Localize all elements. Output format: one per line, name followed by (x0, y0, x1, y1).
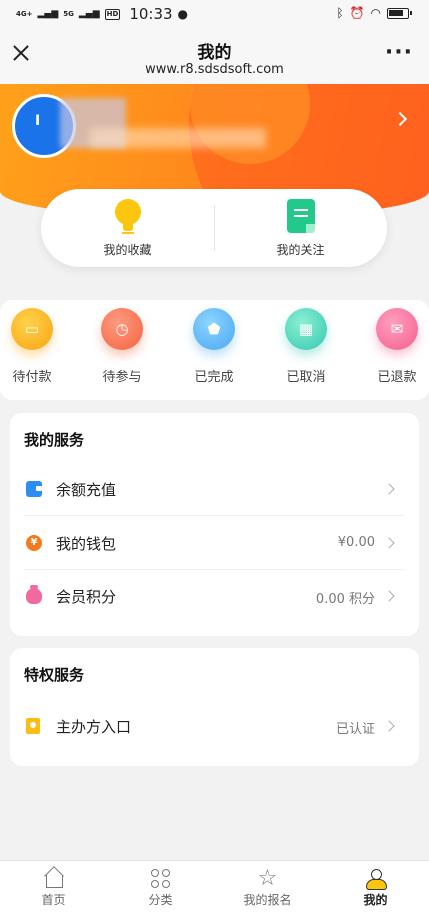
privilege-services-card: 特权服务 主办方入口 已认证 (10, 648, 419, 766)
favorites-card: 我的收藏 我的关注 (41, 189, 387, 267)
order-pending-participation[interactable]: ◷ 待参与 (92, 308, 152, 385)
tab-my-registrations[interactable]: ☆ 我的报名 (214, 861, 321, 913)
hd-badge: HD (104, 8, 121, 20)
wifi-icon: ◠ (370, 6, 381, 20)
tab-home[interactable]: 首页 (0, 861, 107, 913)
verified-status: 已认证 (335, 722, 375, 737)
status-time: 10:33 (129, 5, 173, 23)
order-refunded[interactable]: ✉ 已退款 (367, 308, 427, 385)
home-icon (43, 868, 65, 890)
title-bar: 我的 www.r8.sdsdsoft.com ··· (0, 28, 429, 84)
organizer-entry-row[interactable]: 主办方入口 已认证 (24, 700, 405, 753)
tab-category[interactable]: 分类 (107, 861, 214, 913)
coin-icon: ¥ (26, 535, 42, 551)
section-title: 我的服务 (24, 431, 85, 449)
order-status-row: ▭ 待付款 ◷ 待参与 ⬟ 已完成 ▦ 已取消 ✉ 已退款 (0, 300, 429, 400)
battery-icon (387, 7, 412, 19)
row-label: 会员积分 (56, 588, 117, 606)
status-bar: 4G+ ▂▄▆ 5G ▂▄▆ HD 10:33 ● ᛒ ⏰ ◠ (0, 0, 429, 28)
star-icon: ☆ (257, 866, 278, 891)
wallet-balance: ¥0.00 (337, 535, 375, 550)
profile-icon (365, 868, 387, 890)
order-label: 待参与 (102, 370, 142, 385)
chat-notification-icon: ● (177, 7, 189, 21)
points-balance: 0.00 积分 (315, 592, 375, 607)
my-follows-label: 我的关注 (276, 243, 325, 257)
gift-icon: ▦ (285, 308, 327, 350)
alarm-icon: ⏰ (349, 6, 365, 20)
order-label: 已取消 (286, 370, 326, 385)
signal-icon: ▂▄▆ (78, 9, 100, 19)
tab-label: 分类 (148, 893, 173, 907)
signal-icon: ▂▄▆ (37, 9, 59, 19)
note-icon (287, 199, 315, 233)
row-label: 余额充值 (56, 481, 117, 499)
tab-label: 我的报名 (243, 893, 292, 907)
tab-me[interactable]: 我的 (322, 861, 429, 913)
chevron-right-icon (383, 537, 395, 549)
chevron-right-icon (383, 483, 395, 495)
network-5g-indicator: 5G (63, 9, 74, 18)
network-4g-indicator: 4G+ (16, 9, 33, 18)
section-title: 特权服务 (24, 666, 85, 684)
card-icon: ▭ (11, 308, 53, 350)
blurred-user-id (90, 128, 266, 148)
my-favorites-button[interactable]: 我的收藏 (41, 189, 214, 267)
tab-label: 首页 (41, 893, 66, 907)
member-points-row[interactable]: 会员积分 0.00 积分 (24, 570, 405, 623)
chevron-right-icon (383, 590, 395, 602)
chevron-right-icon (383, 720, 395, 732)
grid-icon (150, 868, 172, 890)
my-services-card: 我的服务 余额充值 ¥ 我的钱包 ¥0.00 会员积分 0.00 积分 (10, 413, 419, 636)
order-label: 已退款 (377, 370, 417, 385)
bookmark-badge-icon (26, 718, 40, 734)
balance-recharge-row[interactable]: 余额充值 (24, 463, 405, 516)
shield-icon: ⬟ (193, 308, 235, 350)
bottom-tab-bar: 首页 分类 ☆ 我的报名 我的 (0, 860, 429, 913)
order-cancelled[interactable]: ▦ 已取消 (276, 308, 336, 385)
money-bag-icon (26, 585, 42, 604)
my-wallet-row[interactable]: ¥ 我的钱包 ¥0.00 (24, 517, 405, 570)
my-favorites-label: 我的收藏 (103, 243, 152, 257)
page-url: www.r8.sdsdsoft.com (145, 62, 284, 77)
my-follows-button[interactable]: 我的关注 (214, 189, 387, 267)
more-options-icon[interactable]: ··· (385, 42, 413, 64)
page-title: 我的 (197, 43, 232, 63)
lightbulb-icon (115, 199, 141, 235)
order-label: 待付款 (12, 370, 52, 385)
order-pending-payment[interactable]: ▭ 待付款 (2, 308, 62, 385)
row-label: 主办方入口 (56, 718, 132, 736)
clock-icon: ◷ (101, 308, 143, 350)
tab-label: 我的 (363, 893, 388, 907)
order-label: 已完成 (194, 370, 234, 385)
envelope-icon: ✉ (376, 308, 418, 350)
order-completed[interactable]: ⬟ 已完成 (184, 308, 244, 385)
wallet-icon (26, 481, 42, 497)
bluetooth-icon: ᛒ (336, 6, 344, 20)
row-label: 我的钱包 (56, 535, 117, 553)
